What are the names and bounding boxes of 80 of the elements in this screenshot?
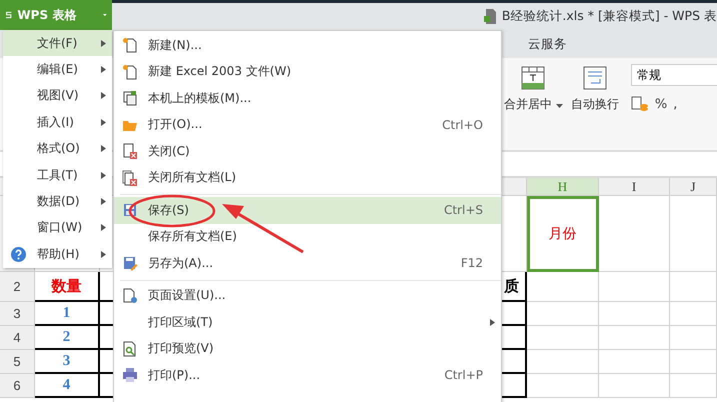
table-cell	[599, 272, 670, 302]
document-icon	[484, 9, 496, 24]
menu-item[interactable]: 数据(D)	[3, 188, 112, 215]
close-all-icon	[122, 170, 138, 186]
column-header[interactable]: I	[599, 178, 670, 196]
wrap-text-button[interactable]: 自动换行	[566, 58, 623, 150]
row-header[interactable]: 5	[0, 350, 35, 374]
submenu-caret-icon	[101, 250, 106, 258]
column-header[interactable]: J	[670, 178, 717, 196]
table-cell	[670, 302, 717, 326]
table-cell: 数量	[35, 272, 100, 302]
page-setup-icon	[122, 288, 138, 304]
menu-item[interactable]: 帮助(H)	[3, 241, 112, 268]
submenu-caret-icon	[101, 118, 106, 126]
new-file-icon	[122, 37, 138, 54]
table-cell: 3	[35, 350, 100, 374]
window-title: B经验统计.xls * [兼容模式] - WPS 表	[502, 8, 717, 25]
submenu-caret-icon	[101, 172, 106, 179]
table-cell	[599, 302, 670, 326]
row-header[interactable]: 6	[0, 374, 35, 398]
table-cell: 2	[35, 326, 100, 350]
menu-item[interactable]: 打印区域(T)	[114, 309, 501, 336]
dropdown-caret-icon	[103, 13, 107, 17]
submenu-caret-icon	[101, 92, 106, 100]
comma-style-button[interactable]: ,	[673, 96, 678, 112]
table-cell: 1	[35, 302, 100, 326]
save-as-icon	[122, 255, 138, 272]
shortcut-text: Ctrl+S	[444, 203, 483, 218]
menu-item[interactable]: 打印(P)... Ctrl+P	[114, 362, 501, 388]
menu-item[interactable]: 新建(N)...	[114, 32, 501, 58]
submenu-caret-icon	[490, 318, 495, 326]
submenu-caret-icon	[101, 145, 106, 152]
submenu-caret-icon	[101, 66, 106, 74]
table-cell: 月份	[527, 196, 599, 272]
menu-item[interactable]: 打印预览(V)	[114, 336, 501, 362]
table-cell	[599, 350, 670, 374]
menu-item[interactable]: 关闭(C)	[114, 138, 501, 164]
menu-item[interactable]: 窗口(W)	[3, 214, 112, 242]
table-cell	[670, 374, 717, 398]
table-cell	[670, 272, 717, 302]
menu-item[interactable]: 关闭所有文档(L)	[114, 164, 501, 191]
table-cell: 4	[35, 374, 100, 398]
menu-item[interactable]: 插入(I)	[3, 109, 112, 136]
number-format-field[interactable]: 常规	[630, 64, 717, 86]
menu-item[interactable]: 视图(V)	[3, 82, 112, 110]
close-file-icon	[122, 143, 138, 160]
app-menu-button[interactable]: WPS 表格	[0, 0, 112, 30]
wrap-text-icon	[582, 66, 607, 90]
menu-item[interactable]: 编辑(E)	[3, 56, 112, 83]
printer-icon	[122, 367, 138, 384]
shortcut-text: F12	[460, 256, 483, 270]
menu-item[interactable]: 新建 Excel 2003 文件(W)	[114, 58, 501, 85]
table-cell	[670, 326, 717, 350]
dropdown-caret-icon	[556, 104, 563, 108]
merge-cells-icon	[521, 66, 546, 90]
template-icon	[122, 90, 138, 106]
row-header[interactable]: 2	[0, 272, 35, 302]
ribbon-tab[interactable]: 云服务	[528, 36, 567, 52]
submenu-caret-icon	[101, 224, 106, 232]
menu-item[interactable]: 格式(O)	[3, 136, 112, 162]
currency-icon	[630, 96, 649, 112]
table-cell	[599, 374, 670, 398]
row-header[interactable]: 3	[0, 302, 35, 326]
menu-item[interactable]: 工具(T)	[3, 162, 112, 188]
menu-item[interactable]: 保存所有文档(E)	[114, 224, 501, 250]
shortcut-text: Ctrl+P	[444, 368, 483, 382]
submenu-caret-icon	[101, 40, 106, 47]
new-file-icon	[122, 64, 138, 80]
menu-item[interactable]: 保存(S) Ctrl+S	[114, 197, 501, 224]
table-cell	[599, 326, 670, 350]
menu-item[interactable]: 本机上的模板(M)...	[114, 85, 501, 112]
help-icon	[11, 246, 26, 262]
print-preview-icon	[122, 340, 138, 357]
menu-item[interactable]: 打开(O)... Ctrl+O	[114, 112, 501, 138]
table-cell	[670, 350, 717, 374]
shortcut-text: Ctrl+O	[442, 118, 483, 132]
menu-item[interactable]: 文件(F)	[3, 30, 112, 56]
percent-style-button[interactable]: %	[654, 96, 668, 112]
submenu-caret-icon	[101, 198, 106, 206]
row-header[interactable]: 4	[0, 326, 35, 350]
